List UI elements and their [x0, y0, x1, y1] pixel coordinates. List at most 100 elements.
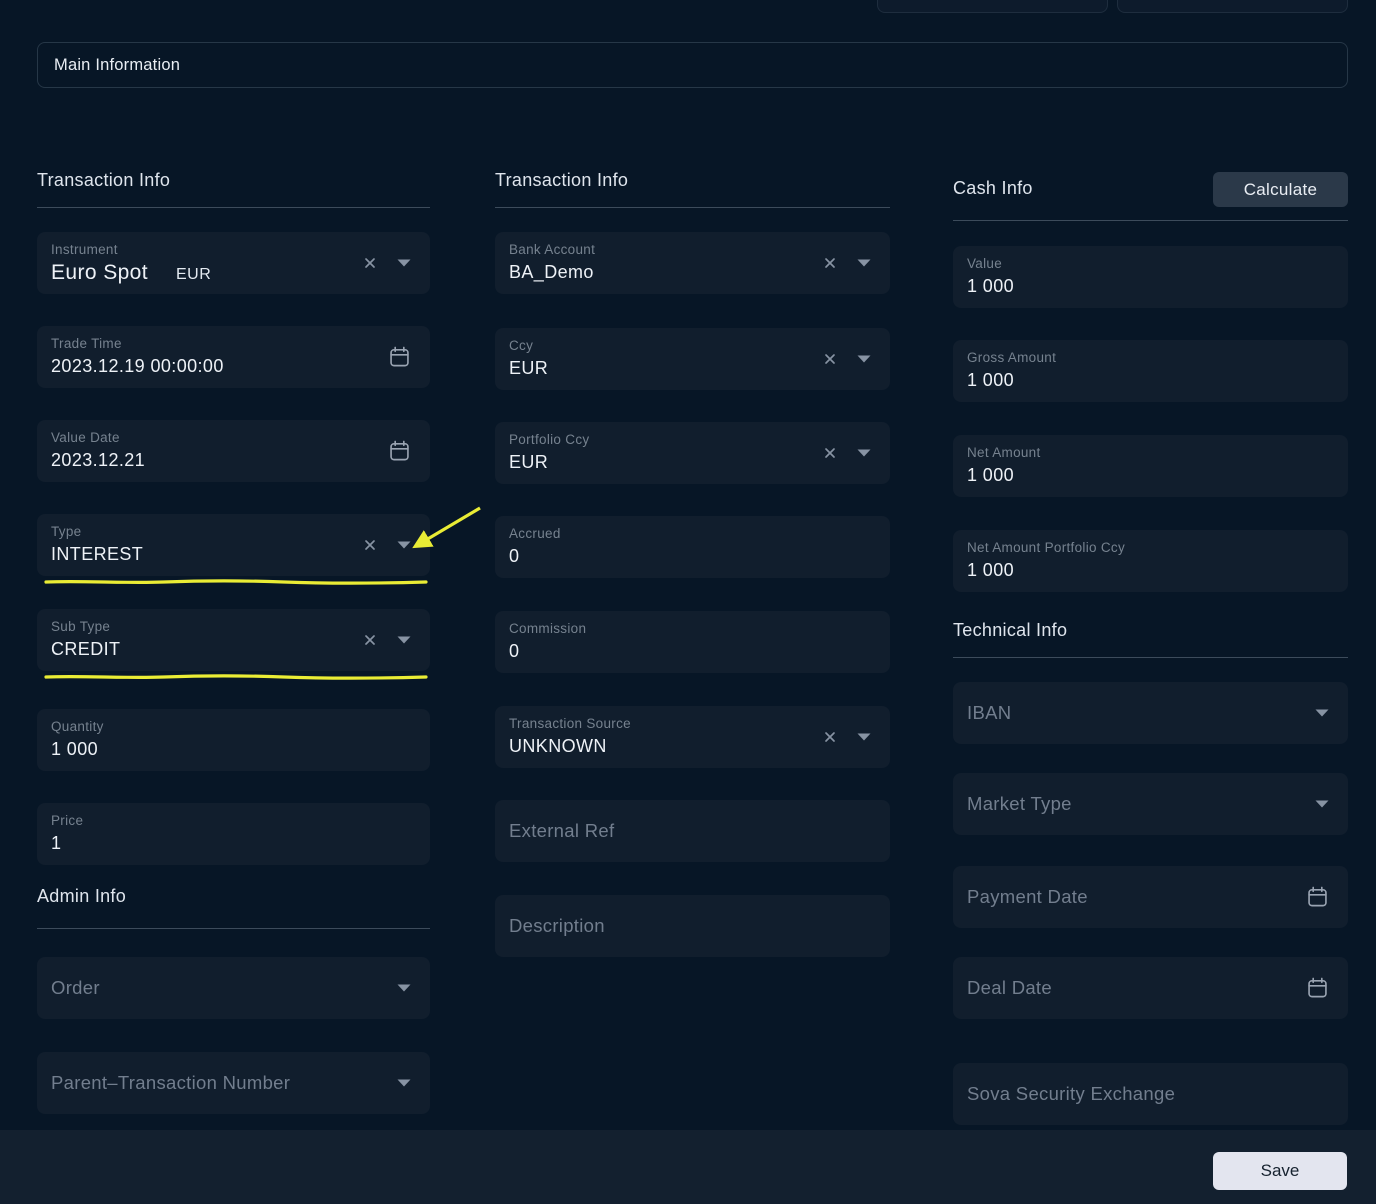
bank-account-field[interactable]: Bank Account BA_Demo — [495, 232, 890, 294]
sub-type-value: CREDIT — [51, 639, 121, 659]
value-date-label: Value Date — [51, 430, 120, 445]
divider — [495, 207, 890, 208]
iban-field[interactable]: IBAN — [953, 682, 1348, 744]
commission-label: Commission — [509, 621, 587, 636]
chevron-down-icon[interactable] — [396, 541, 412, 550]
sova-security-exchange-placeholder: Sova Security Exchange — [967, 1083, 1176, 1104]
section-title-technical-info: Technical Info — [953, 620, 1068, 640]
middle-column: Transaction Info Bank Account BA_Demo Cc… — [495, 0, 890, 1204]
gross-amount-label: Gross Amount — [967, 350, 1057, 365]
net-amount-value: 1 000 — [967, 465, 1015, 485]
market-type-placeholder: Market Type — [967, 793, 1072, 814]
calendar-icon[interactable] — [388, 439, 411, 463]
deal-date-field[interactable]: Deal Date — [953, 957, 1348, 1019]
chevron-down-icon[interactable] — [856, 733, 872, 742]
portfolio-ccy-label: Portfolio Ccy — [509, 432, 590, 447]
sub-type-highlight-underline — [44, 674, 428, 680]
commission-field[interactable]: Commission 0 — [495, 611, 890, 673]
trade-time-field[interactable]: Trade Time 2023.12.19 00:00:00 — [37, 326, 430, 388]
trade-time-label: Trade Time — [51, 336, 122, 351]
section-title-cash-info: Cash Info — [953, 178, 1033, 198]
calendar-icon[interactable] — [1306, 885, 1329, 909]
chevron-down-icon[interactable] — [396, 259, 412, 268]
transaction-source-label: Transaction Source — [509, 716, 631, 731]
sova-security-exchange-field[interactable]: Sova Security Exchange — [953, 1063, 1348, 1125]
accrued-value: 0 — [509, 546, 520, 566]
bank-account-value: BA_Demo — [509, 262, 594, 282]
quantity-label: Quantity — [51, 719, 104, 734]
price-field[interactable]: Price 1 — [37, 803, 430, 865]
type-highlight-underline — [44, 579, 428, 585]
value-date-value: 2023.12.21 — [51, 450, 146, 470]
trade-time-value: 2023.12.19 00:00:00 — [51, 356, 224, 376]
external-ref-field[interactable]: External Ref — [495, 800, 890, 862]
external-ref-placeholder: External Ref — [509, 820, 615, 841]
calculate-button[interactable]: Calculate — [1213, 172, 1348, 207]
instrument-field[interactable]: Instrument Euro Spot EUR — [37, 232, 430, 294]
net-amount-portfolio-ccy-label: Net Amount Portfolio Ccy — [967, 540, 1126, 555]
bank-account-label: Bank Account — [509, 242, 596, 257]
quantity-field[interactable]: Quantity 1 000 — [37, 709, 430, 771]
clear-icon[interactable] — [824, 257, 836, 269]
accrued-label: Accrued — [509, 526, 561, 541]
transaction-source-field[interactable]: Transaction Source UNKNOWN — [495, 706, 890, 768]
chevron-down-icon[interactable] — [396, 1079, 412, 1088]
chevron-down-icon[interactable] — [396, 636, 412, 645]
quantity-value: 1 000 — [51, 739, 99, 759]
chevron-down-icon[interactable] — [856, 259, 872, 268]
clear-icon[interactable] — [824, 447, 836, 459]
price-label: Price — [51, 813, 84, 828]
instrument-value: Euro Spot — [51, 261, 148, 284]
gross-amount-field[interactable]: Gross Amount 1 000 — [953, 340, 1348, 402]
clear-icon[interactable] — [824, 731, 836, 743]
clear-icon[interactable] — [364, 539, 376, 551]
clear-icon[interactable] — [824, 353, 836, 365]
clear-icon[interactable] — [364, 634, 376, 646]
commission-value: 0 — [509, 641, 520, 661]
value-date-field[interactable]: Value Date 2023.12.21 — [37, 420, 430, 482]
accrued-field[interactable]: Accrued 0 — [495, 516, 890, 578]
deal-date-placeholder: Deal Date — [967, 977, 1052, 998]
left-column: Transaction Info Instrument Euro Spot EU… — [37, 0, 430, 1204]
parent-transaction-number-field[interactable]: Parent–Transaction Number — [37, 1052, 430, 1114]
payment-date-field[interactable]: Payment Date — [953, 866, 1348, 928]
transaction-source-value: UNKNOWN — [509, 736, 607, 756]
sub-type-label: Sub Type — [51, 619, 111, 634]
divider — [37, 928, 430, 929]
chevron-down-icon[interactable] — [1314, 709, 1330, 718]
chevron-down-icon[interactable] — [396, 984, 412, 993]
calendar-icon[interactable] — [388, 345, 411, 369]
chevron-down-icon[interactable] — [1314, 800, 1330, 809]
portfolio-ccy-value: EUR — [509, 452, 549, 472]
value-label: Value — [967, 256, 1003, 271]
divider — [37, 207, 430, 208]
market-type-field[interactable]: Market Type — [953, 773, 1348, 835]
clear-icon[interactable] — [364, 257, 376, 269]
right-column: Cash Info Calculate Value 1 000 Gross Am… — [953, 0, 1348, 1204]
calendar-icon[interactable] — [1306, 976, 1329, 1000]
description-field[interactable]: Description — [495, 895, 890, 957]
order-placeholder: Order — [51, 977, 100, 998]
ccy-field[interactable]: Ccy EUR — [495, 328, 890, 390]
order-field[interactable]: Order — [37, 957, 430, 1019]
chevron-down-icon[interactable] — [856, 449, 872, 458]
save-button[interactable]: Save — [1213, 1152, 1347, 1190]
sub-type-field[interactable]: Sub Type CREDIT — [37, 609, 430, 671]
ccy-label: Ccy — [509, 338, 534, 353]
value-value: 1 000 — [967, 276, 1015, 296]
iban-placeholder: IBAN — [967, 702, 1012, 723]
payment-date-placeholder: Payment Date — [967, 886, 1088, 907]
portfolio-ccy-field[interactable]: Portfolio Ccy EUR — [495, 422, 890, 484]
divider — [953, 220, 1348, 221]
instrument-currency: EUR — [176, 266, 212, 283]
net-amount-portfolio-ccy-value: 1 000 — [967, 560, 1015, 580]
section-title-transaction-info-middle: Transaction Info — [495, 170, 629, 190]
transaction-form-page: Main Information Transaction Info Instru… — [0, 0, 1376, 1204]
chevron-down-icon[interactable] — [856, 355, 872, 364]
description-placeholder: Description — [509, 915, 605, 936]
net-amount-portfolio-ccy-field[interactable]: Net Amount Portfolio Ccy 1 000 — [953, 530, 1348, 592]
net-amount-field[interactable]: Net Amount 1 000 — [953, 435, 1348, 497]
ccy-value: EUR — [509, 358, 549, 378]
type-field[interactable]: Type INTEREST — [37, 514, 430, 576]
value-field[interactable]: Value 1 000 — [953, 246, 1348, 308]
